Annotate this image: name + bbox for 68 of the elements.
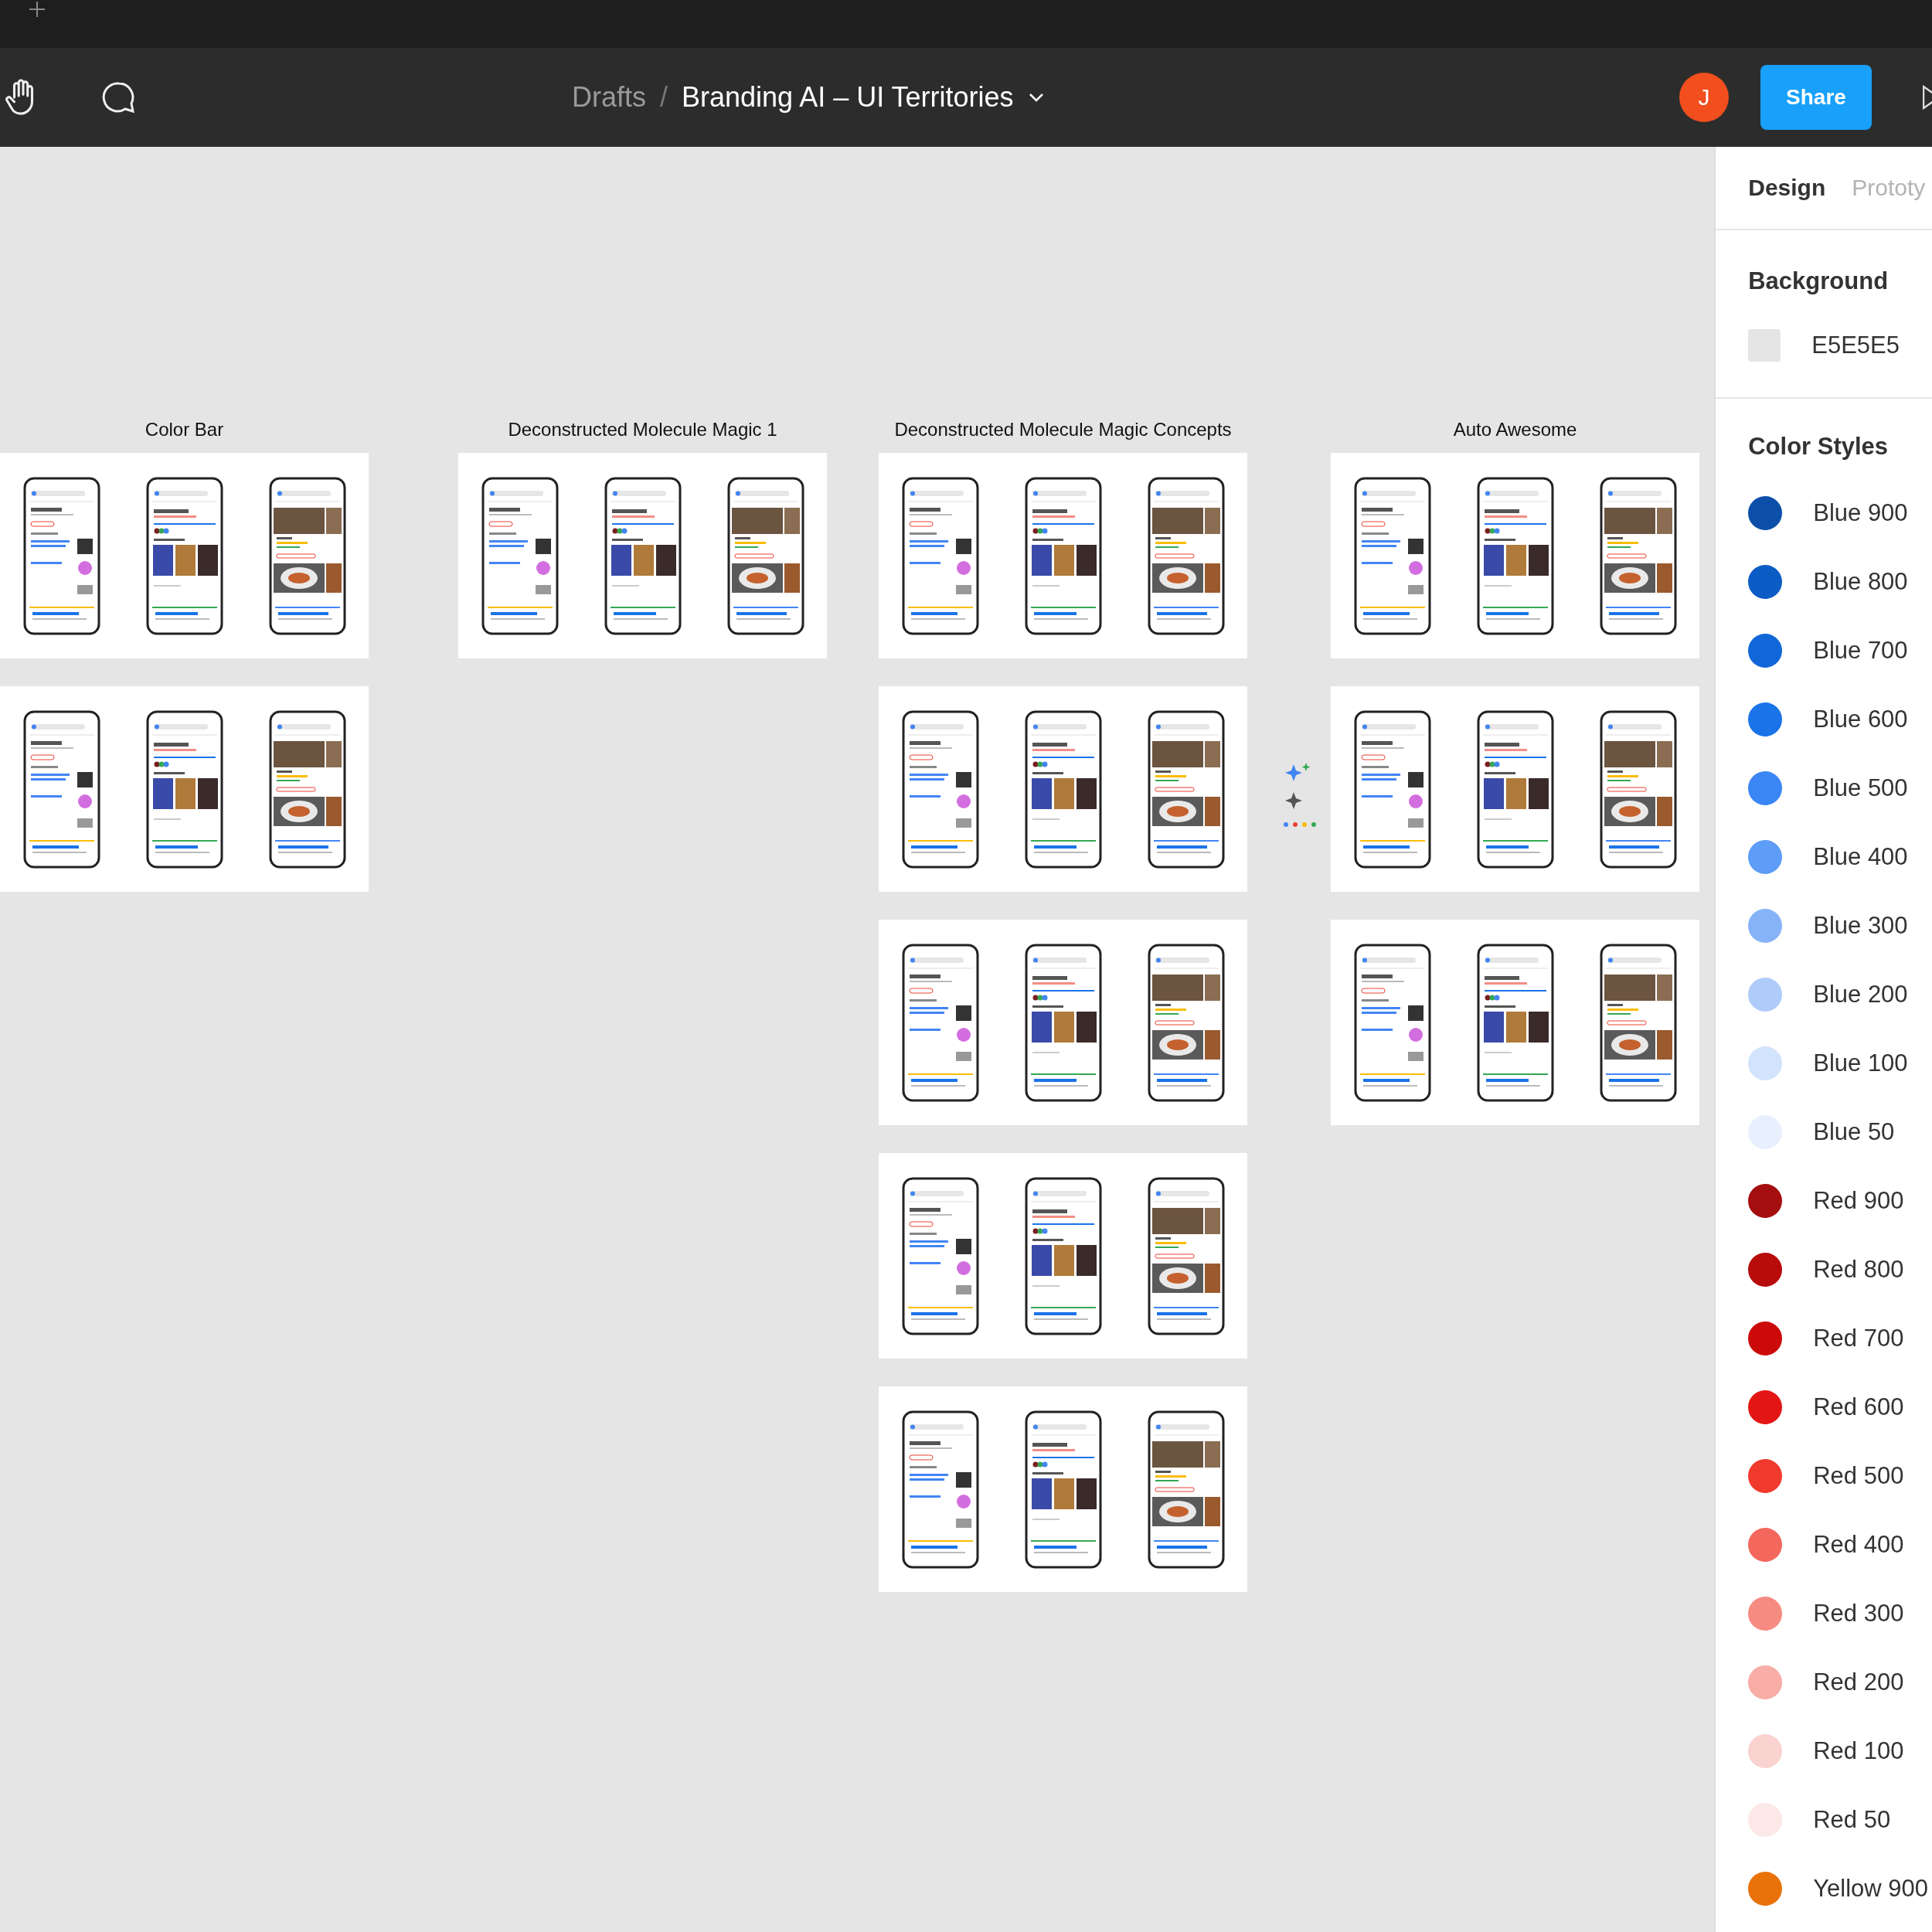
design-frame[interactable]: [1331, 453, 1699, 658]
color-style-name[interactable]: Red 500: [1813, 1462, 1904, 1490]
color-style-name[interactable]: Blue 900: [1813, 499, 1908, 527]
breadcrumb-separator: /: [660, 81, 668, 114]
color-swatch[interactable]: [1748, 496, 1783, 530]
color-swatch[interactable]: [1748, 702, 1783, 736]
color-style-name[interactable]: Red 400: [1813, 1531, 1904, 1559]
design-frame[interactable]: [1331, 920, 1699, 1125]
design-frame[interactable]: [879, 1153, 1247, 1359]
color-style-name[interactable]: Red 50: [1813, 1806, 1891, 1834]
design-frame[interactable]: [879, 453, 1247, 658]
color-style-name[interactable]: Blue 200: [1813, 981, 1908, 1009]
color-style-name[interactable]: Blue 800: [1813, 568, 1908, 596]
color-style-name[interactable]: Red 600: [1813, 1393, 1904, 1421]
section-heading: Color Styles: [1748, 433, 1889, 461]
color-swatch[interactable]: [1748, 1872, 1783, 1906]
color-style-name[interactable]: Yellow 900: [1813, 1875, 1929, 1903]
frame-title[interactable]: Deconstructed Molecule Magic Concepts: [894, 419, 1232, 440]
color-swatch[interactable]: [1748, 634, 1783, 668]
color-swatch[interactable]: [1748, 1184, 1783, 1218]
color-swatch[interactable]: [1748, 1390, 1783, 1424]
design-frame[interactable]: [879, 920, 1247, 1125]
color-swatch[interactable]: [1748, 1803, 1783, 1837]
color-style-name[interactable]: Red 900: [1813, 1187, 1904, 1215]
color-style-name[interactable]: Blue 700: [1813, 637, 1908, 665]
color-style-name[interactable]: Blue 400: [1813, 843, 1908, 871]
color-swatch[interactable]: [1748, 1321, 1783, 1355]
color-swatch[interactable]: [1748, 1046, 1783, 1080]
color-swatch[interactable]: [1748, 1528, 1783, 1562]
design-frame[interactable]: [0, 453, 369, 658]
file-title[interactable]: Branding AI – UI Territories: [682, 81, 1014, 114]
design-frame[interactable]: [0, 686, 369, 892]
color-swatch[interactable]: [1748, 771, 1783, 805]
design-frame[interactable]: [879, 686, 1247, 892]
frame-title[interactable]: Color Bar: [145, 419, 224, 440]
play-icon[interactable]: [1923, 85, 1932, 110]
color-swatch[interactable]: [1748, 1734, 1783, 1768]
design-frame[interactable]: [1331, 686, 1699, 892]
color-swatch[interactable]: [1748, 565, 1783, 599]
color-style-name[interactable]: Red 800: [1813, 1256, 1904, 1284]
color-swatch[interactable]: [1748, 1253, 1783, 1287]
color-style-name[interactable]: Blue 50: [1813, 1118, 1895, 1146]
design-frame[interactable]: [458, 453, 827, 658]
color-swatch[interactable]: [1748, 840, 1783, 874]
color-swatch[interactable]: [1748, 909, 1783, 943]
color-style-name[interactable]: Red 700: [1813, 1325, 1904, 1352]
background-value[interactable]: E5E5E5: [1811, 332, 1900, 359]
color-swatch[interactable]: [1748, 1665, 1783, 1699]
color-swatch[interactable]: [1748, 978, 1783, 1012]
color-style-name[interactable]: Blue 600: [1813, 706, 1908, 733]
color-style-name[interactable]: Blue 100: [1813, 1049, 1908, 1077]
color-style-name[interactable]: Blue 300: [1813, 912, 1908, 940]
color-style-name[interactable]: Red 200: [1813, 1668, 1904, 1696]
color-swatch[interactable]: [1748, 1597, 1783, 1631]
frame-title[interactable]: Auto Awesome: [1453, 419, 1577, 440]
color-style-name[interactable]: Blue 500: [1813, 774, 1908, 802]
breadcrumb-link[interactable]: Drafts: [572, 81, 646, 114]
frame-title[interactable]: Deconstructed Molecule Magic 1: [508, 419, 777, 440]
add-icon[interactable]: [28, 0, 46, 19]
panel-tab[interactable]: Design: [1748, 175, 1826, 201]
section-heading: Background: [1748, 267, 1889, 295]
color-style-name[interactable]: Red 300: [1813, 1600, 1904, 1628]
color-style-name[interactable]: Red 100: [1813, 1737, 1904, 1765]
color-swatch[interactable]: [1748, 1459, 1783, 1493]
user-avatar[interactable]: J: [1679, 73, 1729, 122]
background-swatch[interactable]: [1748, 329, 1781, 362]
design-frame[interactable]: [879, 1386, 1247, 1592]
chevron-down-icon[interactable]: [1027, 92, 1045, 103]
